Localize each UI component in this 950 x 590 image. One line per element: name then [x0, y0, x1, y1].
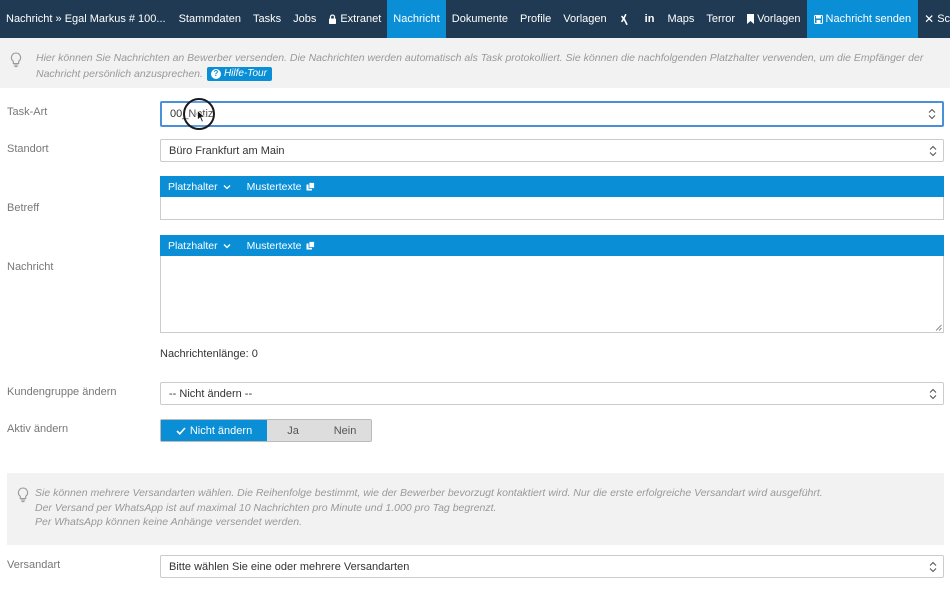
placeholder-label: Platzhalter	[168, 180, 218, 193]
intro-text: Hier können Sie Nachrichten an Bewerber …	[36, 50, 936, 82]
mustertexte-label: Mustertexte	[246, 239, 302, 252]
lightbulb-icon	[17, 487, 29, 506]
tab-dokumente[interactable]: Dokumente	[446, 0, 514, 38]
breadcrumb[interactable]: Nachricht » Egal Markus # 100...	[0, 0, 173, 38]
betreff-placeholder-dropdown[interactable]: Platzhalter	[160, 181, 239, 193]
updown-chevron-icon	[928, 108, 936, 120]
updown-chevron-icon	[929, 145, 937, 156]
close-label: Schließen	[937, 13, 950, 25]
tab-tasks[interactable]: Tasks	[247, 0, 287, 38]
versand-info-line: Per WhatsApp können keine Anhänge versen…	[35, 516, 302, 528]
aktiv-option-nicht-aendern[interactable]: Nicht ändern	[161, 420, 267, 441]
betreff-label: Betreff	[7, 202, 40, 214]
lightbulb-icon	[10, 52, 22, 71]
aktiv-label: Aktiv ändern	[7, 423, 69, 435]
chevron-down-icon	[223, 184, 231, 189]
close-button[interactable]: ✕ Schließen	[918, 0, 950, 38]
standort-label: Standort	[7, 143, 49, 155]
resize-handle-icon[interactable]	[935, 324, 942, 331]
tab-extranet-label: Extranet	[340, 13, 382, 25]
chevron-down-icon	[223, 243, 231, 248]
kundengruppe-value: -- Nicht ändern --	[169, 387, 253, 400]
betreff-input[interactable]	[160, 197, 944, 220]
message-length: Nachrichtenlänge: 0	[160, 348, 258, 360]
tab-vorlagen-bookmark[interactable]: Vorlagen	[741, 0, 806, 38]
tab-terror[interactable]: Terror	[700, 0, 741, 38]
betreff-toolbar: Platzhalter Mustertexte	[160, 176, 944, 197]
intro-text-content: Hier können Sie Nachrichten an Bewerber …	[36, 52, 924, 80]
nachricht-label: Nachricht	[7, 261, 54, 273]
nachricht-placeholder-dropdown[interactable]: Platzhalter	[160, 240, 239, 252]
tab-stammdaten[interactable]: Stammdaten	[173, 0, 247, 38]
task-art-select[interactable]: 00_Notiz	[160, 101, 944, 127]
task-art-label: Task-Art	[7, 106, 48, 118]
tab-jobs[interactable]: Jobs	[287, 0, 322, 38]
info-box-versand: Sie können mehrere Versandarten wählen. …	[7, 473, 944, 545]
pointer-icon	[197, 110, 206, 123]
nachricht-mustertexte-button[interactable]: Mustertexte	[239, 240, 324, 252]
help-tour-button[interactable]: ? Hilfe-Tour	[206, 67, 272, 82]
updown-chevron-icon	[929, 561, 937, 572]
updown-chevron-icon	[929, 388, 937, 399]
versand-info-text: Sie können mehrere Versandarten wählen. …	[35, 486, 823, 530]
tab-profile[interactable]: Profile	[514, 0, 557, 38]
save-icon	[813, 14, 823, 24]
send-message-label: Nachricht senden	[825, 13, 912, 25]
top-navigation: Nachricht » Egal Markus # 100... Stammda…	[0, 0, 950, 38]
tab-vorlagen-bookmark-label: Vorlagen	[757, 13, 801, 25]
lock-icon	[328, 14, 337, 24]
kundengruppe-label: Kundengruppe ändern	[7, 386, 117, 398]
standort-value: Büro Frankfurt am Main	[169, 144, 285, 157]
tab-extranet[interactable]: Extranet	[322, 0, 387, 38]
send-message-button[interactable]: Nachricht senden	[806, 0, 919, 38]
tab-maps[interactable]: Maps	[661, 0, 700, 38]
versand-info-line: Der Versand per WhatsApp ist auf maximal…	[35, 501, 497, 514]
aktiv-option-nein[interactable]: Nein	[319, 420, 371, 441]
kundengruppe-select[interactable]: -- Nicht ändern --	[160, 382, 944, 405]
tab-nachricht[interactable]: Nachricht	[387, 0, 446, 38]
cursor-highlight	[183, 98, 215, 130]
aktiv-segmented-control: Nicht ändern Ja Nein	[160, 419, 372, 442]
linkedin-icon[interactable]: in	[638, 0, 662, 38]
aktiv-option-ja[interactable]: Ja	[267, 420, 319, 441]
nachricht-textarea[interactable]	[160, 256, 944, 333]
versandart-label: Versandart	[7, 559, 61, 571]
nachricht-toolbar: Platzhalter Mustertexte	[160, 235, 944, 256]
info-box-intro: Hier können Sie Nachrichten an Bewerber …	[0, 38, 950, 88]
copy-icon	[306, 182, 316, 191]
versand-info-line: Sie können mehrere Versandarten wählen. …	[35, 487, 823, 499]
mustertexte-label: Mustertexte	[246, 180, 302, 193]
betreff-mustertexte-button[interactable]: Mustertexte	[239, 181, 324, 193]
aktiv-option-label: Nicht ändern	[189, 424, 253, 437]
help-tour-label: Hilfe-Tour	[223, 68, 267, 80]
versandart-value: Bitte wählen Sie eine oder mehrere Versa…	[169, 560, 410, 573]
versandart-select[interactable]: Bitte wählen Sie eine oder mehrere Versa…	[160, 555, 944, 578]
placeholder-label: Platzhalter	[168, 239, 218, 252]
question-icon: ?	[210, 69, 221, 80]
xing-icon[interactable]	[613, 0, 638, 38]
standort-select[interactable]: Büro Frankfurt am Main	[160, 139, 944, 162]
check-icon	[176, 426, 186, 435]
copy-icon	[306, 241, 316, 250]
bookmark-icon	[747, 14, 755, 24]
close-icon: ✕	[924, 12, 935, 26]
tab-vorlagen[interactable]: Vorlagen	[557, 0, 612, 38]
